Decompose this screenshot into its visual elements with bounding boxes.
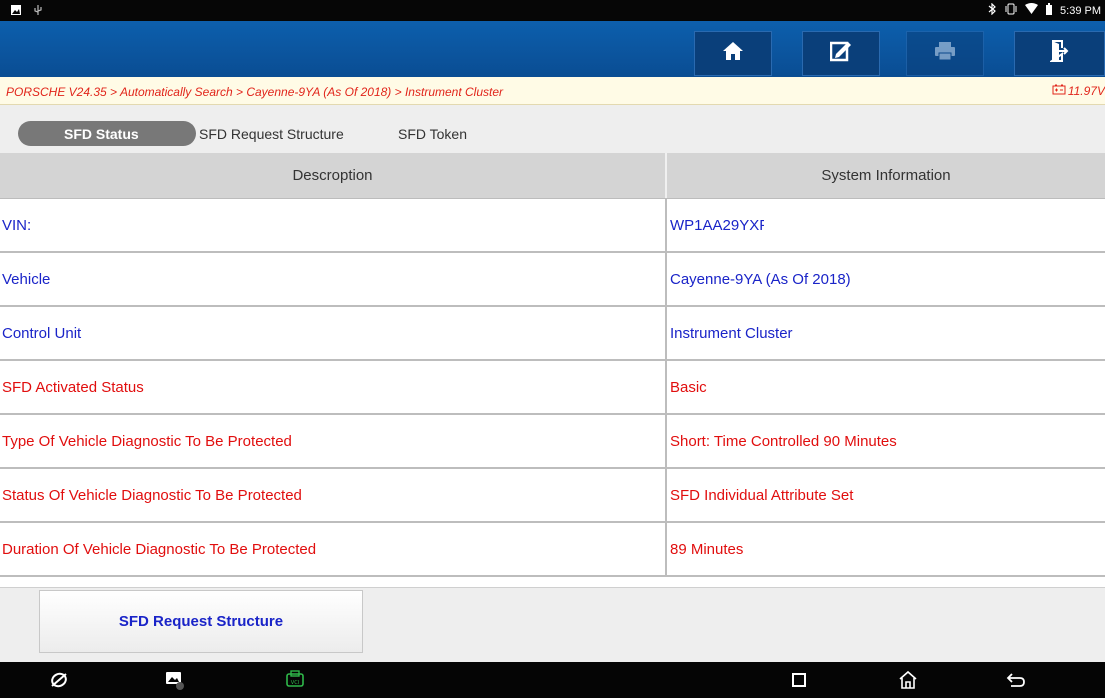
tab-bar: SFD Status SFD Request Structure SFD Tok… [0, 105, 1105, 153]
table-row-control-unit[interactable]: Control Unit Instrument Cluster [0, 307, 1105, 361]
home-nav-icon[interactable] [895, 668, 921, 692]
vin-value: WP1AA29YXF [670, 216, 769, 234]
print-button[interactable] [906, 31, 984, 76]
row-info: Basic [670, 378, 707, 396]
column-header-system-information: System Information [821, 167, 951, 184]
row-description: Vehicle [0, 253, 667, 305]
column-header-description: Descroption [0, 153, 667, 198]
table-row-vin[interactable]: VIN: WP1AA29YXF [0, 199, 1105, 253]
breadcrumb: PORSCHE V24.35 > Automatically Search > … [6, 85, 504, 99]
row-description: Duration Of Vehicle Diagnostic To Be Pro… [0, 523, 667, 575]
table-row-type-of-diagnostic[interactable]: Type Of Vehicle Diagnostic To Be Protect… [0, 415, 1105, 469]
vibrate-icon [1004, 3, 1018, 18]
status-right-icons: 5:39 PM [988, 2, 1101, 18]
row-info: 89 Minutes [670, 540, 744, 558]
bottom-action-bar: SFD Request Structure [0, 587, 1105, 662]
svg-text:VCI: VCI [291, 680, 299, 686]
battery-icon [1045, 3, 1053, 18]
info-table: Descroption System Information VIN: WP1A… [0, 153, 1105, 577]
row-info: Instrument Cluster [670, 324, 793, 342]
tab-sfd-request-structure[interactable]: SFD Request Structure [199, 121, 344, 146]
wifi-icon [1025, 3, 1039, 18]
exit-button[interactable] [1014, 31, 1105, 76]
clock: 5:39 PM [1060, 4, 1101, 17]
voltage-readout: 11.97V [1052, 84, 1105, 98]
breadcrumb-bar: PORSCHE V24.35 > Automatically Search > … [0, 77, 1105, 105]
voltage-value: 11.97V [1067, 84, 1105, 98]
edit-button[interactable] [802, 31, 880, 76]
sfd-request-structure-button[interactable]: SFD Request Structure [39, 590, 363, 653]
row-info: SFD Individual Attribute Set [670, 486, 854, 504]
recent-apps-icon[interactable] [786, 668, 812, 692]
tab-sfd-token[interactable]: SFD Token [398, 121, 467, 146]
home-icon [722, 41, 744, 66]
table-row-status-of-diagnostic[interactable]: Status Of Vehicle Diagnostic To Be Prote… [0, 469, 1105, 523]
battery-voltage-icon [1052, 84, 1066, 98]
row-description: Status Of Vehicle Diagnostic To Be Prote… [0, 469, 667, 521]
edit-icon [829, 40, 852, 67]
bluetooth-icon [988, 2, 997, 18]
tab-sfd-status[interactable]: SFD Status [18, 121, 196, 146]
row-description: SFD Activated Status [0, 361, 667, 413]
row-description: Control Unit [0, 307, 667, 359]
vci-icon[interactable]: VCI [282, 668, 308, 692]
back-icon[interactable] [1003, 668, 1029, 692]
gallery-notification-icon [10, 3, 22, 21]
system-navigation-bar: VCI [0, 662, 1105, 698]
redaction-box [764, 212, 851, 238]
browser-app-icon[interactable] [46, 668, 72, 692]
top-toolbar [0, 21, 1105, 77]
usb-icon [32, 3, 44, 21]
status-bar: 5:39 PM [0, 0, 1105, 21]
row-description: Type Of Vehicle Diagnostic To Be Protect… [0, 415, 667, 467]
status-left-icons [10, 3, 44, 21]
exit-icon [1048, 40, 1070, 67]
table-header: Descroption System Information [0, 153, 1105, 199]
home-button[interactable] [694, 31, 772, 76]
table-row-sfd-activated-status[interactable]: SFD Activated Status Basic [0, 361, 1105, 415]
row-info: Cayenne-9YA (As Of 2018) [670, 270, 851, 288]
gallery-app-icon[interactable] [162, 668, 188, 692]
row-info: WP1AA29YXF [667, 199, 1105, 251]
row-description: VIN: [0, 199, 667, 251]
row-info: Short: Time Controlled 90 Minutes [670, 432, 897, 450]
table-row-duration-of-diagnostic[interactable]: Duration Of Vehicle Diagnostic To Be Pro… [0, 523, 1105, 577]
print-icon [934, 41, 956, 66]
table-row-vehicle[interactable]: Vehicle Cayenne-9YA (As Of 2018) [0, 253, 1105, 307]
